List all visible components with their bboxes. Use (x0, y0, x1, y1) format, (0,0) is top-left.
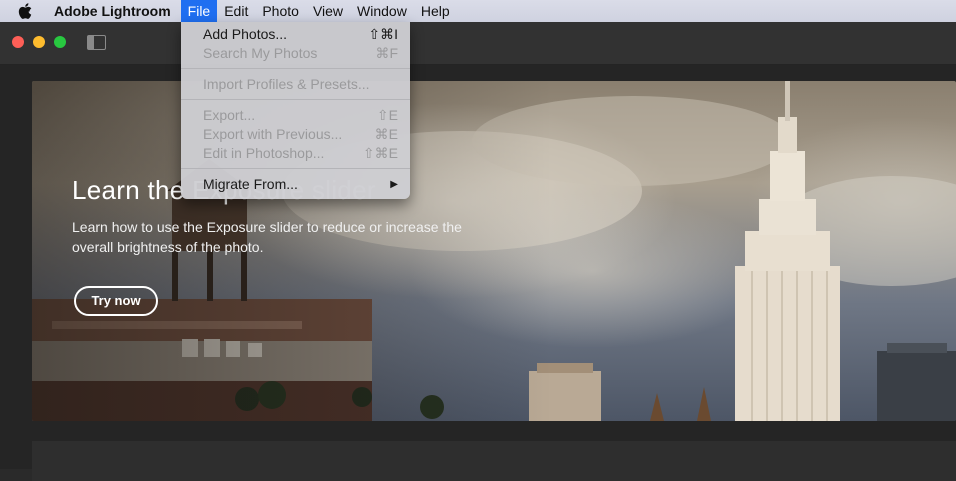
menu-item-label: Migrate From... (203, 176, 298, 192)
menu-file[interactable]: File (180, 0, 218, 22)
menu-item-shortcut: ⇧E (376, 107, 398, 123)
menu-separator (181, 99, 410, 100)
menu-item-add-photos[interactable]: Add Photos... ⇧⌘I (181, 25, 410, 44)
menu-item-export-with-previous[interactable]: Export with Previous... ⌘E (181, 125, 410, 144)
menu-help[interactable]: Help (414, 0, 457, 22)
submenu-arrow-icon: ▶ (390, 179, 398, 190)
menu-item-edit-in-photoshop[interactable]: Edit in Photoshop... ⇧⌘E (181, 144, 410, 163)
close-window-button[interactable] (12, 36, 24, 48)
menu-separator (181, 68, 410, 69)
maximize-window-button[interactable] (54, 36, 66, 48)
menu-window[interactable]: Window (350, 0, 414, 22)
minimize-window-button[interactable] (33, 36, 45, 48)
photos-panel (32, 441, 956, 481)
menu-item-export[interactable]: Export... ⇧E (181, 106, 410, 125)
tutorial-hero-card[interactable]: Learn the Exposure slider Learn how to u… (32, 81, 956, 421)
menu-item-shortcut: ⌘E (374, 126, 398, 142)
menu-item-label: Edit in Photoshop... (203, 145, 325, 161)
menu-item-label: Export with Previous... (203, 126, 343, 142)
menu-item-search-my-photos[interactable]: Search My Photos ⌘F (181, 44, 410, 63)
file-menu-dropdown: Add Photos... ⇧⌘I Search My Photos ⌘F Im… (181, 22, 410, 199)
menu-item-label: Import Profiles & Presets... (203, 76, 370, 92)
menu-item-shortcut: ⌘F (375, 45, 398, 61)
menu-item-label: Export... (203, 107, 256, 123)
menu-item-shortcut: ⇧⌘I (368, 26, 398, 42)
sidebar-toggle-icon[interactable] (87, 35, 106, 50)
menu-view[interactable]: View (306, 0, 350, 22)
title-bar (0, 22, 956, 65)
menu-photo[interactable]: Photo (255, 0, 306, 22)
menu-item-migrate-from[interactable]: Migrate From... ▶ (181, 175, 410, 194)
menu-edit[interactable]: Edit (217, 0, 255, 22)
menu-item-shortcut: ⇧⌘E (362, 145, 398, 161)
apple-menu[interactable] (0, 3, 42, 19)
main-content: Learn the Exposure slider Learn how to u… (0, 65, 956, 481)
menubar: Adobe Lightroom File Edit Photo View Win… (0, 0, 956, 22)
menu-separator (181, 168, 410, 169)
app-name-menu[interactable]: Adobe Lightroom (42, 0, 181, 22)
menu-item-import-profiles-presets[interactable]: Import Profiles & Presets... (181, 75, 410, 94)
menu-item-label: Search My Photos (203, 45, 318, 61)
hero-description: Learn how to use the Exposure slider to … (72, 219, 462, 255)
try-now-button[interactable]: Try now (74, 286, 158, 316)
apple-logo-icon (18, 3, 32, 19)
app-window: Learn the Exposure slider Learn how to u… (0, 22, 956, 481)
menu-item-label: Add Photos... (203, 26, 288, 42)
